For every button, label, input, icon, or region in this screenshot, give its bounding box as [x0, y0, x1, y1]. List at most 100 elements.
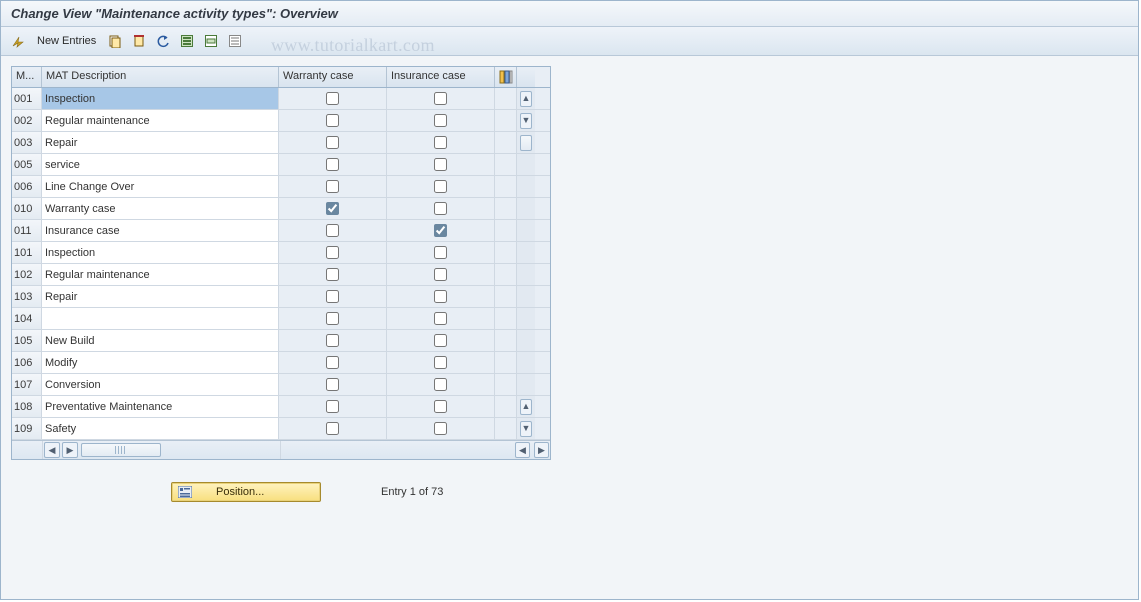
cell-desc[interactable]: Warranty case — [42, 198, 279, 219]
table-row[interactable]: 106Modify — [12, 352, 550, 374]
vscroll-down-step-icon[interactable]: ▼ — [520, 113, 532, 129]
warranty-checkbox[interactable] — [326, 92, 339, 105]
table-row[interactable]: 011Insurance case — [12, 220, 550, 242]
cell-desc[interactable]: Regular maintenance — [42, 264, 279, 285]
table-row[interactable]: 010Warranty case — [12, 198, 550, 220]
insurance-checkbox[interactable] — [434, 290, 447, 303]
insurance-checkbox[interactable] — [434, 378, 447, 391]
table-row[interactable]: 108Preventative Maintenance ▲ — [12, 396, 550, 418]
cell-desc[interactable]: Repair — [42, 286, 279, 307]
cell-code[interactable]: 001 — [12, 88, 42, 109]
table-row[interactable]: 102Regular maintenance — [12, 264, 550, 286]
warranty-checkbox[interactable] — [326, 290, 339, 303]
insurance-checkbox[interactable] — [434, 312, 447, 325]
cell-desc[interactable]: service — [42, 154, 279, 175]
cell-code[interactable]: 103 — [12, 286, 42, 307]
warranty-checkbox[interactable] — [326, 202, 339, 215]
cell-code[interactable]: 006 — [12, 176, 42, 197]
cell-desc[interactable]: Conversion — [42, 374, 279, 395]
cell-desc[interactable]: Preventative Maintenance — [42, 396, 279, 417]
cell-code[interactable]: 011 — [12, 220, 42, 241]
configure-columns-icon[interactable] — [495, 67, 517, 87]
col-header-ins[interactable]: Insurance case — [387, 67, 495, 87]
cell-code[interactable]: 005 — [12, 154, 42, 175]
hscroll-nav-right-icon[interactable]: ▶ — [534, 442, 549, 458]
warranty-checkbox[interactable] — [326, 246, 339, 259]
insurance-checkbox[interactable] — [434, 268, 447, 281]
warranty-checkbox[interactable] — [326, 158, 339, 171]
insurance-checkbox[interactable] — [434, 136, 447, 149]
insurance-checkbox[interactable] — [434, 158, 447, 171]
col-header-warr[interactable]: Warranty case — [279, 67, 387, 87]
cell-code[interactable]: 002 — [12, 110, 42, 131]
table-row[interactable]: 107Conversion — [12, 374, 550, 396]
table-row[interactable]: 105New Build — [12, 330, 550, 352]
cell-desc[interactable]: Safety — [42, 418, 279, 439]
cell-desc[interactable]: Line Change Over — [42, 176, 279, 197]
vscroll-thumb[interactable] — [520, 135, 532, 151]
toggle-icon[interactable] — [9, 32, 27, 50]
table-row[interactable]: 006Line Change Over — [12, 176, 550, 198]
cell-desc[interactable]: Modify — [42, 352, 279, 373]
warranty-checkbox[interactable] — [326, 378, 339, 391]
new-entries-button[interactable]: New Entries — [33, 35, 100, 47]
hscroll-nav-left-icon[interactable]: ◀ — [515, 442, 530, 458]
warranty-checkbox[interactable] — [326, 422, 339, 435]
hscroll-thumb[interactable] — [81, 443, 161, 457]
warranty-checkbox[interactable] — [326, 312, 339, 325]
warranty-checkbox[interactable] — [326, 180, 339, 193]
insurance-checkbox[interactable] — [434, 400, 447, 413]
delete-icon[interactable] — [130, 32, 148, 50]
select-all-icon[interactable] — [178, 32, 196, 50]
cell-desc[interactable]: Inspection — [42, 88, 279, 109]
vscroll-up-icon[interactable]: ▲ — [520, 91, 532, 107]
col-header-desc[interactable]: MAT Description — [42, 67, 279, 87]
insurance-checkbox[interactable] — [434, 202, 447, 215]
warranty-checkbox[interactable] — [326, 400, 339, 413]
cell-desc[interactable]: Insurance case — [42, 220, 279, 241]
warranty-checkbox[interactable] — [326, 356, 339, 369]
cell-code[interactable]: 108 — [12, 396, 42, 417]
cell-desc[interactable]: New Build — [42, 330, 279, 351]
insurance-checkbox[interactable] — [434, 356, 447, 369]
vscroll-down-icon[interactable]: ▼ — [520, 421, 532, 437]
table-row[interactable]: 101Inspection — [12, 242, 550, 264]
table-row[interactable]: 003Repair — [12, 132, 550, 154]
cell-code[interactable]: 101 — [12, 242, 42, 263]
cell-code[interactable]: 003 — [12, 132, 42, 153]
insurance-checkbox[interactable] — [434, 422, 447, 435]
cell-desc[interactable]: Inspection — [42, 242, 279, 263]
insurance-checkbox[interactable] — [434, 180, 447, 193]
insurance-checkbox[interactable] — [434, 246, 447, 259]
warranty-checkbox[interactable] — [326, 114, 339, 127]
table-row[interactable]: 109Safety ▼ — [12, 418, 550, 440]
insurance-checkbox[interactable] — [434, 334, 447, 347]
cell-desc[interactable]: Regular maintenance — [42, 110, 279, 131]
table-row[interactable]: 104 — [12, 308, 550, 330]
cell-code[interactable]: 109 — [12, 418, 42, 439]
cell-code[interactable]: 010 — [12, 198, 42, 219]
cell-code[interactable]: 104 — [12, 308, 42, 329]
warranty-checkbox[interactable] — [326, 224, 339, 237]
insurance-checkbox[interactable] — [434, 114, 447, 127]
cell-desc[interactable] — [42, 308, 279, 329]
cell-code[interactable]: 102 — [12, 264, 42, 285]
table-row[interactable]: 001Inspection ▲ — [12, 88, 550, 110]
warranty-checkbox[interactable] — [326, 268, 339, 281]
table-row[interactable]: 005service — [12, 154, 550, 176]
cell-code[interactable]: 107 — [12, 374, 42, 395]
copy-icon[interactable] — [106, 32, 124, 50]
cell-code[interactable]: 105 — [12, 330, 42, 351]
vscroll-up-step-icon[interactable]: ▲ — [520, 399, 532, 415]
table-row[interactable]: 103Repair — [12, 286, 550, 308]
insurance-checkbox[interactable] — [434, 92, 447, 105]
table-row[interactable]: 002Regular maintenance ▼ — [12, 110, 550, 132]
insurance-checkbox[interactable] — [434, 224, 447, 237]
hscroll-left-icon[interactable]: ◀ — [44, 442, 60, 458]
undo-icon[interactable] — [154, 32, 172, 50]
hscroll-right-icon[interactable]: ▶ — [62, 442, 78, 458]
cell-desc[interactable]: Repair — [42, 132, 279, 153]
warranty-checkbox[interactable] — [326, 334, 339, 347]
col-header-code[interactable]: M... — [12, 67, 42, 87]
select-block-icon[interactable] — [202, 32, 220, 50]
